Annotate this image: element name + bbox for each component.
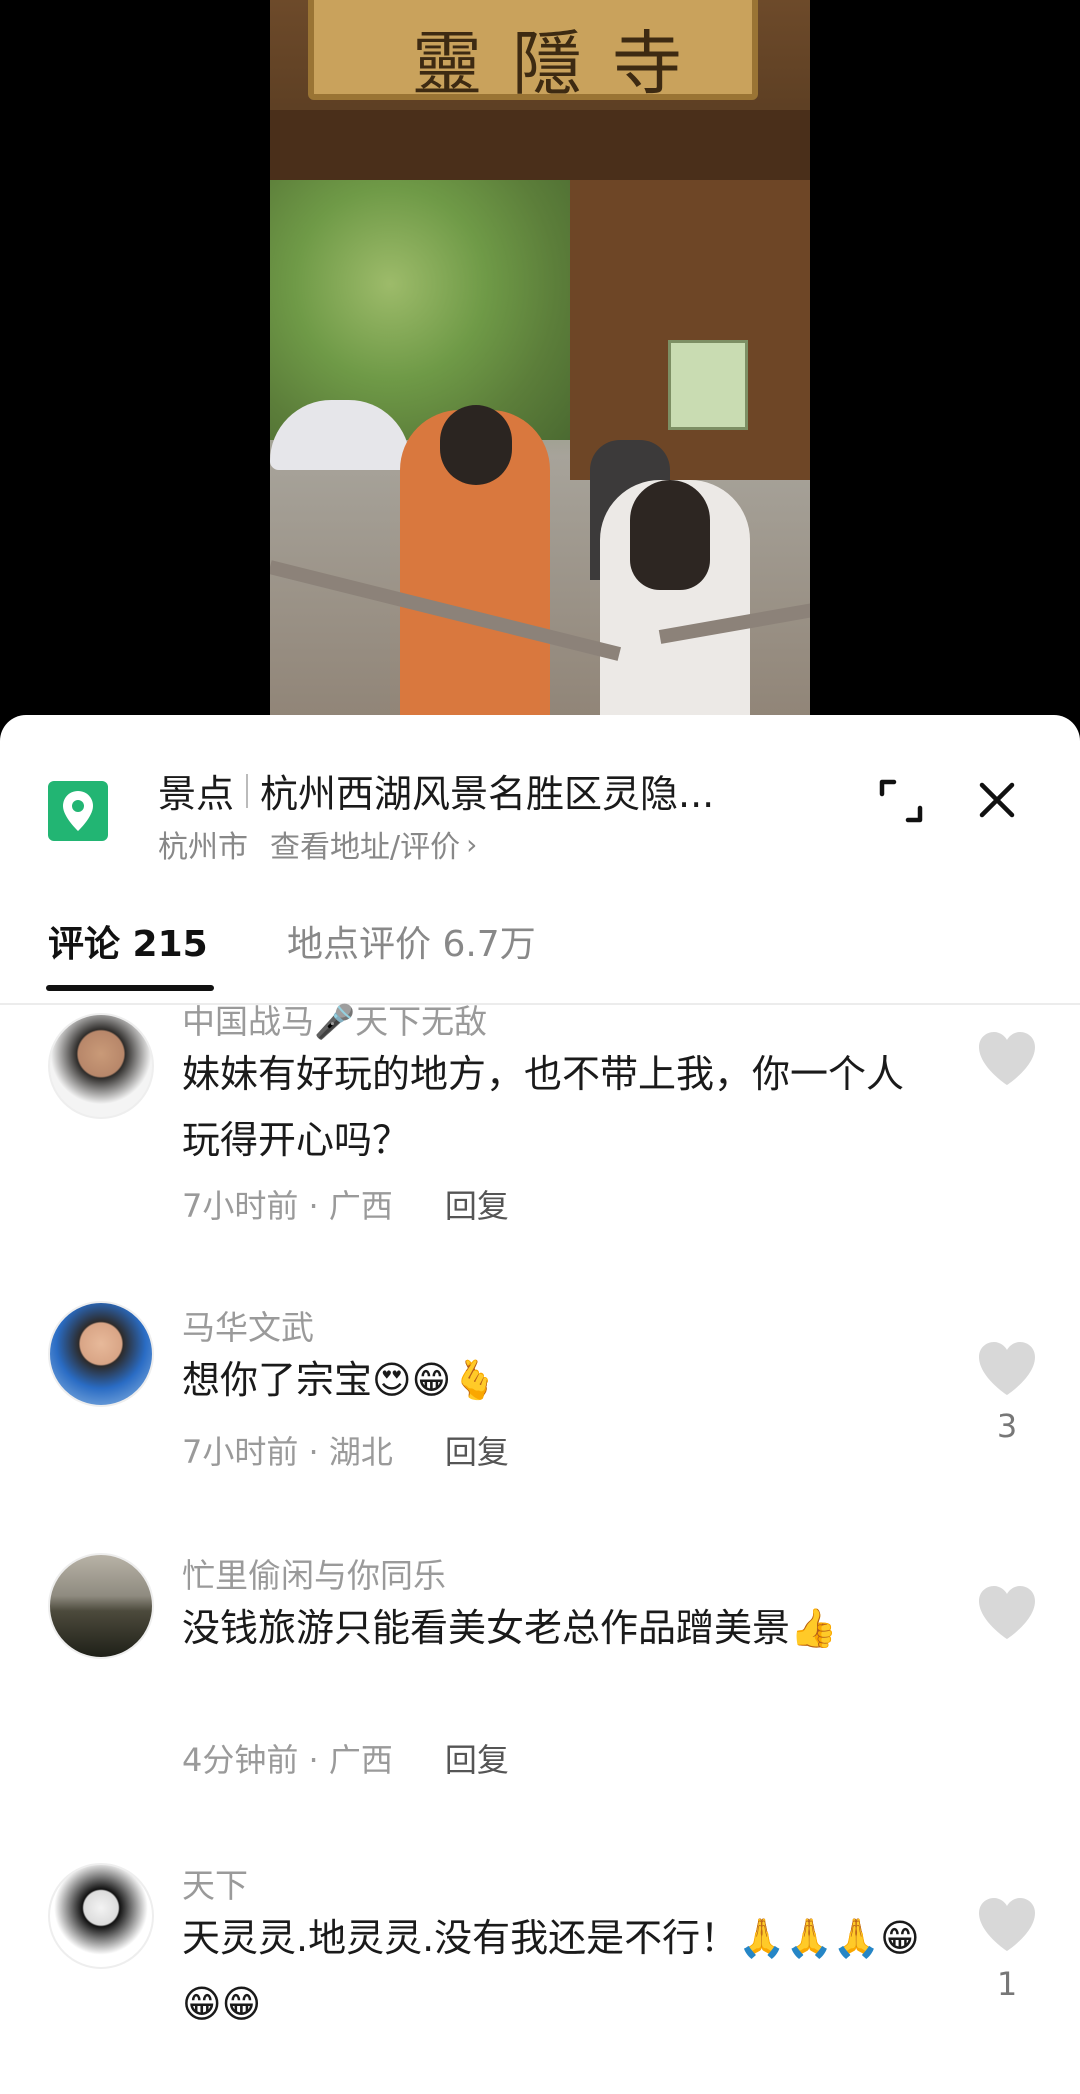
- comment-text: 没钱旅游只能看美女老总作品蹭美景👍: [182, 1606, 838, 1650]
- comment-time-location: 4分钟前 · 广西: [182, 1741, 393, 1779]
- reply-button[interactable]: 回复: [445, 1427, 509, 1473]
- like-count: 1: [996, 1965, 1018, 2003]
- heart-icon: [979, 1898, 1035, 1951]
- comment-panel: 景点 杭州西湖风景名胜区灵隐... 杭州市 查看地址/评价 › 评论 215 地…: [0, 715, 1080, 2094]
- poi-subtitle[interactable]: 杭州市 查看地址/评价 ›: [158, 822, 477, 866]
- expand-button[interactable]: [878, 778, 924, 824]
- comment-text: 想你了宗宝😍😁🫰: [182, 1358, 499, 1402]
- heart-icon: [979, 1032, 1035, 1085]
- comment-time-location: 7小时前 · 湖北: [182, 1433, 393, 1471]
- comment-meta: 7小时前 · 湖北 回复: [182, 1427, 509, 1473]
- view-address-link[interactable]: 查看地址/评价: [270, 822, 460, 866]
- video-notice-board: [668, 340, 748, 430]
- like-button[interactable]: [975, 1895, 1039, 1955]
- comment-username[interactable]: 天下: [182, 1859, 248, 1907]
- active-tab-indicator: [46, 985, 214, 991]
- poi-divider: [246, 773, 249, 808]
- heart-icon: [979, 1342, 1035, 1395]
- close-button[interactable]: [972, 775, 1022, 825]
- tab-place-rating[interactable]: 地点评价 6.7万: [287, 915, 536, 967]
- comment-username[interactable]: 忙里偷闲与你同乐: [182, 1549, 446, 1597]
- like-count: 3: [996, 1407, 1018, 1445]
- close-icon: [979, 782, 1015, 818]
- poi-city: 杭州市: [158, 830, 248, 865]
- comment-meta: 7小时前 · 广西 回复: [182, 1181, 509, 1227]
- video-roof-beam: [270, 110, 810, 180]
- comment-username[interactable]: 中国战马🎤天下无敌: [182, 995, 487, 1043]
- expand-icon: [879, 779, 923, 823]
- comment-time-location: 7小时前 · 广西: [182, 1187, 393, 1225]
- heart-icon: [979, 1586, 1035, 1639]
- tab-bar: 评论 215 地点评价 6.7万: [0, 885, 1080, 1005]
- comment-text: 妹妹有好玩的地方，也不带上我，你一个人玩得开心吗？: [182, 1052, 905, 1162]
- video-gate-wall: [570, 180, 810, 480]
- video-visitor-head: [630, 480, 710, 590]
- video-frame: 靈隱寺: [270, 0, 810, 760]
- comment-meta: 4分钟前 · 广西 回复: [182, 1735, 509, 1781]
- avatar[interactable]: [48, 1863, 154, 1969]
- comment-username[interactable]: 马华文武: [182, 1301, 314, 1349]
- poi-title[interactable]: 景点 杭州西湖风景名胜区灵隐...: [158, 763, 714, 818]
- poi-category: 景点: [158, 772, 235, 816]
- avatar[interactable]: [48, 1301, 154, 1407]
- like-button[interactable]: [975, 1339, 1039, 1399]
- poi-header[interactable]: 景点 杭州西湖风景名胜区灵隐... 杭州市 查看地址/评价 ›: [0, 715, 1080, 885]
- chevron-right-icon: ›: [466, 827, 478, 861]
- watermark: @工藤新一: [886, 2055, 1027, 2088]
- poi-name: 杭州西湖风景名胜区灵隐...: [260, 772, 715, 816]
- location-pin-icon: [48, 781, 108, 841]
- like-button[interactable]: [975, 1583, 1039, 1643]
- video-sign-text: 靈隱寺: [412, 23, 712, 105]
- like-button[interactable]: [975, 1029, 1039, 1089]
- video-temple-sign: 靈隱寺: [308, 0, 758, 105]
- reply-button[interactable]: 回复: [445, 1181, 509, 1227]
- avatar[interactable]: [48, 1553, 154, 1659]
- avatar[interactable]: [48, 1013, 154, 1119]
- comment-text: 天灵灵.地灵灵.没有我还是不行！🙏🙏🙏😁😁😁: [182, 1916, 920, 2026]
- tab-comments[interactable]: 评论 215: [48, 915, 208, 967]
- video-visitor-head: [440, 405, 512, 485]
- video-player[interactable]: 靈隱寺: [0, 0, 1080, 760]
- reply-button[interactable]: 回复: [445, 1735, 509, 1781]
